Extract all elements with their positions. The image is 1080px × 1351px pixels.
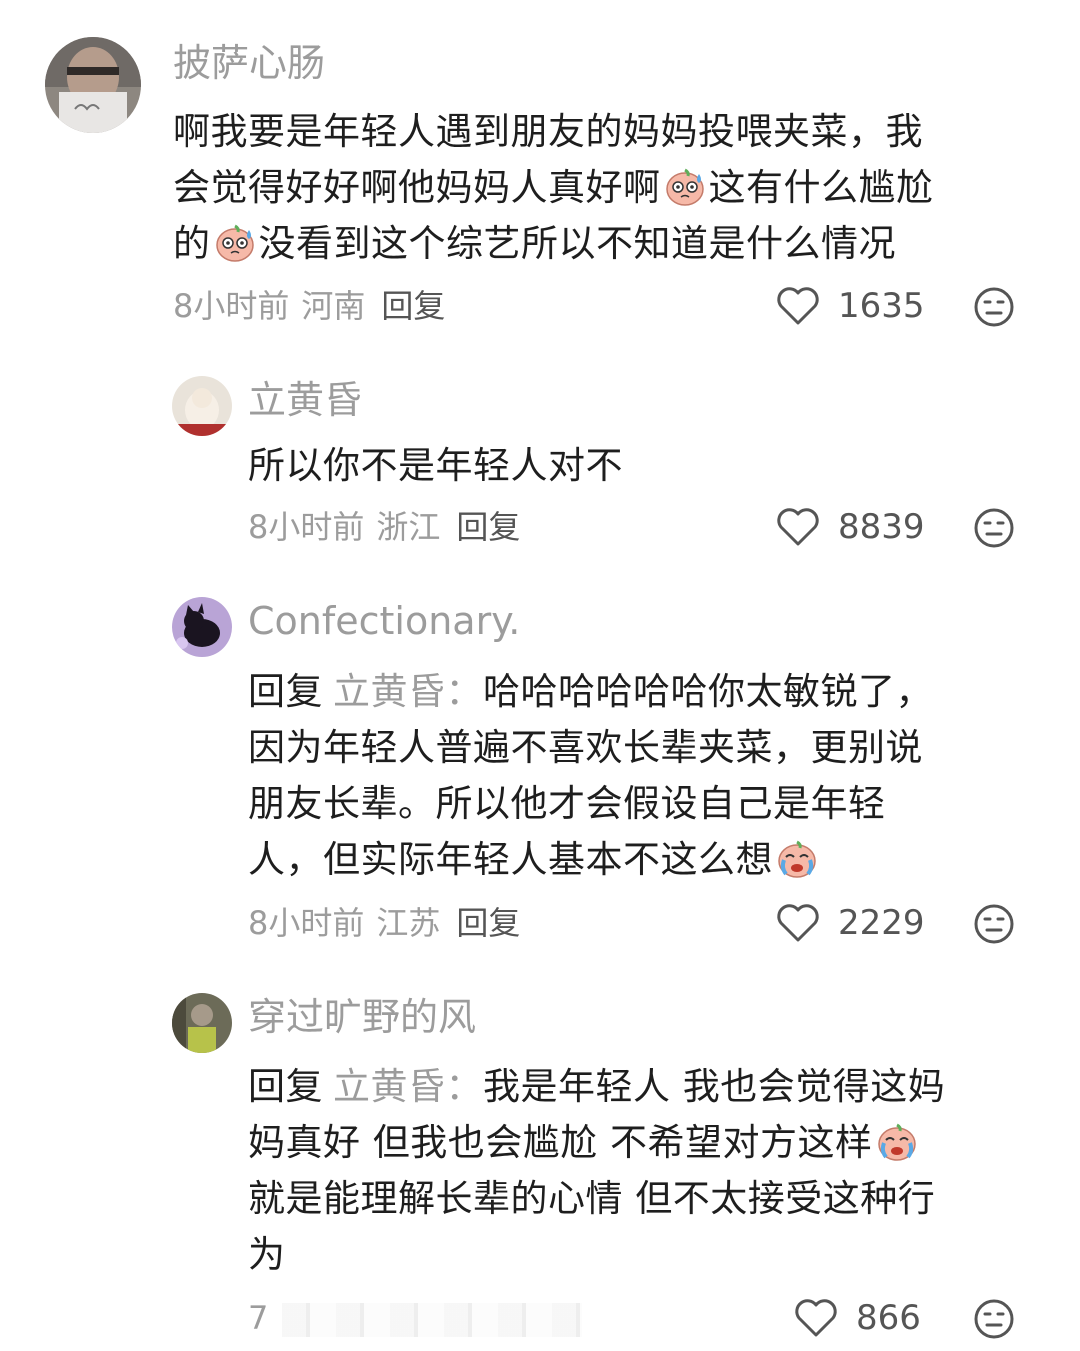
like-button[interactable]: 8839 bbox=[776, 505, 925, 549]
comment-text-line: 妈真好 但我也会尴尬 不希望对方这样 bbox=[248, 1115, 1048, 1171]
comment-text: 回复 立黄昏：我是年轻人 我也会觉得这妈 妈真好 但我也会尴尬 不希望对方这样 就… bbox=[248, 1059, 1048, 1283]
comment-text: 回复 立黄昏：哈哈哈哈哈哈你太敏锐了， 因为年轻人普遍不喜欢长辈夹菜，更别说 朋友… bbox=[248, 664, 1048, 888]
sweat-peach-emoji bbox=[663, 164, 707, 208]
timestamp: 8小时前 bbox=[173, 287, 290, 325]
username[interactable]: 披萨心肠 bbox=[173, 40, 325, 86]
comment-text-line: 回复 立黄昏：哈哈哈哈哈哈你太敏锐了， bbox=[248, 670, 933, 713]
crying-peach-emoji bbox=[775, 836, 819, 880]
neutral-face-icon[interactable] bbox=[973, 903, 1015, 945]
like-button[interactable]: 2229 bbox=[776, 901, 925, 945]
reply-target-username[interactable]: 立黄昏： bbox=[333, 1065, 483, 1108]
comment-text-line: 为 bbox=[248, 1233, 286, 1276]
username[interactable]: 穿过旷野的风 bbox=[248, 994, 476, 1040]
heart-outline-icon bbox=[794, 1298, 838, 1338]
like-count: 2229 bbox=[838, 903, 925, 943]
neutral-face-icon[interactable] bbox=[973, 286, 1015, 328]
reply-prefix: 回复 bbox=[248, 670, 323, 713]
reply-button[interactable]: 回复 bbox=[456, 508, 520, 546]
comment-text-line: 就是能理解长辈的心情 但不太接受这种行 bbox=[248, 1177, 936, 1220]
comment-text: 所以你不是年轻人对不 bbox=[248, 444, 623, 487]
heart-outline-icon bbox=[776, 507, 820, 547]
obscured-area bbox=[282, 1303, 583, 1337]
sweat-peach-emoji bbox=[213, 220, 257, 264]
avatar[interactable] bbox=[172, 597, 232, 657]
crying-peach-emoji bbox=[875, 1119, 919, 1163]
like-count: 1635 bbox=[838, 286, 925, 326]
avatar[interactable] bbox=[172, 993, 232, 1053]
heart-outline-icon bbox=[776, 903, 820, 943]
comment-meta: 7 bbox=[248, 1298, 583, 1338]
location: 河南 bbox=[301, 287, 366, 325]
like-count: 8839 bbox=[838, 507, 925, 547]
comment-meta: 8小时前 浙江 回复 bbox=[248, 507, 520, 547]
like-count: 866 bbox=[856, 1298, 921, 1338]
reply-target-username[interactable]: 立黄昏： bbox=[333, 670, 483, 713]
heart-outline-icon bbox=[776, 286, 820, 326]
comment-text-line: 的没看到这个综艺所以不知道是什么情况 bbox=[173, 220, 896, 265]
comment-text-line: 会觉得好好啊他妈妈人真好啊 这有什么尴尬 bbox=[173, 164, 934, 209]
comment-text-line: 因为年轻人普遍不喜欢长辈夹菜，更别说 bbox=[248, 726, 923, 769]
username[interactable]: 立黄昏 bbox=[248, 377, 362, 423]
avatar[interactable] bbox=[45, 37, 141, 133]
timestamp: 8小时前 bbox=[248, 508, 365, 546]
comment-meta: 8小时前 河南 回复 bbox=[173, 286, 445, 326]
comment-text-line: 朋友长辈。所以他才会假设自己是年轻 bbox=[248, 782, 886, 825]
reply-prefix: 回复 bbox=[248, 1065, 323, 1108]
avatar[interactable] bbox=[172, 376, 232, 436]
neutral-face-icon[interactable] bbox=[973, 507, 1015, 549]
comment-text-line: 人，但实际年轻人基本不这么想 bbox=[248, 832, 1048, 888]
timestamp: 8小时前 bbox=[248, 904, 365, 942]
like-button[interactable]: 866 bbox=[794, 1296, 921, 1340]
location: 江苏 bbox=[376, 904, 441, 942]
comment-text: 啊我要是年轻人遇到朋友的妈妈投喂夹菜，我 会觉得好好啊他妈妈人真好啊 这有什么尴尬… bbox=[173, 104, 1053, 272]
username[interactable]: Confectionary. bbox=[248, 598, 520, 644]
comment-meta: 8小时前 江苏 回复 bbox=[248, 903, 520, 943]
timestamp: 7 bbox=[248, 1299, 269, 1337]
reply-button[interactable]: 回复 bbox=[381, 287, 445, 325]
reply-button[interactable]: 回复 bbox=[456, 904, 520, 942]
comment-text-line: 回复 立黄昏：我是年轻人 我也会觉得这妈 bbox=[248, 1065, 946, 1108]
comment-text-line: 啊我要是年轻人遇到朋友的妈妈投喂夹菜，我 bbox=[173, 110, 923, 153]
location: 浙江 bbox=[376, 508, 441, 546]
like-button[interactable]: 1635 bbox=[776, 284, 925, 328]
neutral-face-icon[interactable] bbox=[973, 1298, 1015, 1340]
